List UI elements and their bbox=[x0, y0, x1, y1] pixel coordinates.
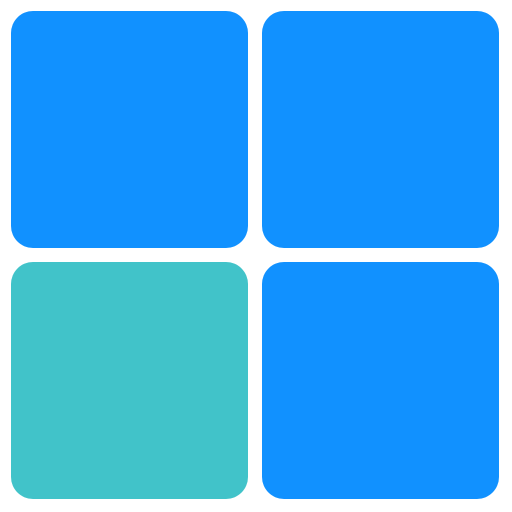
tile-bottom-left bbox=[11, 262, 248, 499]
four-square-grid-icon bbox=[0, 0, 512, 512]
tile-top-left bbox=[11, 11, 248, 248]
tile-bottom-right bbox=[262, 262, 499, 499]
tile-top-right bbox=[262, 11, 499, 248]
